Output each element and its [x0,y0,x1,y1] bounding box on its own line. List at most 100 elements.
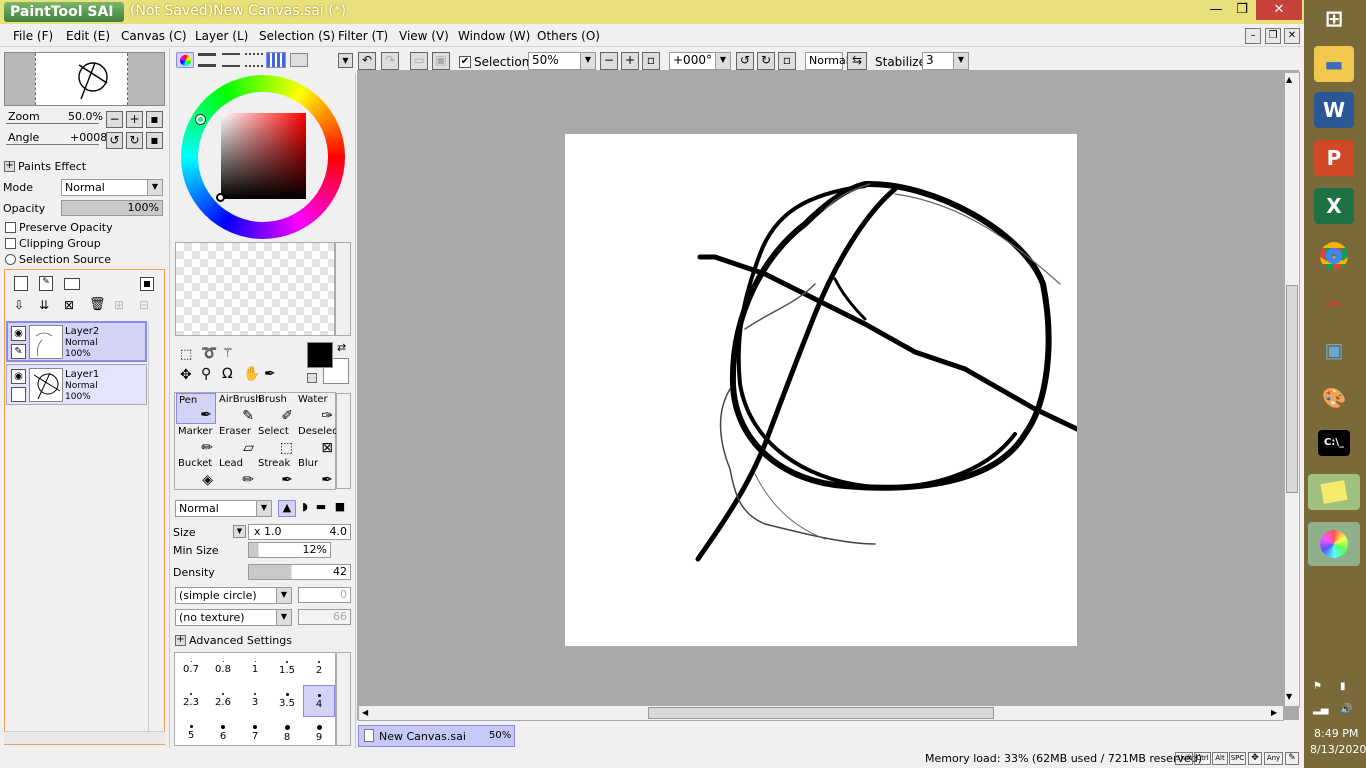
mode-dropdown[interactable]: Normal ▼ [61,179,163,196]
brush-size-preset[interactable]: 8 [271,717,303,749]
lasso-icon[interactable]: ➰ [201,346,217,361]
sticky-notes-icon[interactable] [1308,474,1360,510]
toolbar-menu-dropdown[interactable]: ▼ [338,53,353,68]
intermediate-color-tab-icon[interactable] [245,53,263,67]
brush-size-preset[interactable]: 2 [303,653,335,685]
zoom-reset-button[interactable]: ▪ [146,111,163,128]
toolbar-zoom-in-button[interactable]: + [621,52,639,70]
new-linework-layer-icon[interactable]: ✎ [39,276,53,291]
brush-size-preset[interactable]: 5 [175,717,207,749]
menu-filter[interactable]: Filter (T) [338,29,388,43]
tool-pen[interactable]: Pen ✒ [176,393,216,424]
opacity-slider[interactable]: 100% [61,200,163,216]
snipping-tool-icon[interactable]: ✂ [1314,286,1354,322]
drawing-canvas[interactable] [565,134,1080,646]
menu-edit[interactable]: Edit (E) [66,29,110,43]
swatch-scrollbar[interactable] [335,242,351,336]
angle-slider[interactable] [6,144,99,145]
swap-colors-icon[interactable]: ⇄ [337,341,346,354]
invert-selection-button[interactable]: ▣ [432,52,450,70]
tool-blur[interactable]: Blur ✒ [296,457,336,488]
zoom-slider[interactable] [6,123,99,124]
tool-select[interactable]: Select ⬚ [256,425,296,456]
tool-bucket[interactable]: Bucket ◈ [176,457,216,488]
zoom-out-button[interactable]: − [106,111,123,128]
saturation-value-square[interactable] [221,113,306,199]
brush-texture-dropdown[interactable]: (no texture) ▼ [175,609,292,626]
rotate-left-button[interactable]: ↺ [106,132,123,149]
excel-icon[interactable]: X [1314,188,1354,224]
undo-button[interactable]: ↶ [358,52,376,70]
action-center-icon[interactable]: ⚑ [1313,681,1322,692]
deselect-button[interactable]: ▭ [410,52,428,70]
document-tab[interactable]: New Canvas.sai 50% [358,725,515,747]
foreground-color-front[interactable] [307,342,333,368]
selection-checkbox[interactable]: ✔ [459,56,471,68]
tool-water[interactable]: Water ✑ [296,393,336,424]
vertical-scroll-thumb[interactable] [1286,285,1298,493]
toolbar-rotate-right-button[interactable]: ↻ [757,52,775,70]
hand-icon[interactable]: ✋ [243,366,260,382]
word-icon[interactable]: W [1314,92,1354,128]
remote-desktop-icon[interactable]: ▣ [1314,332,1354,368]
close-button[interactable]: ✕ [1256,0,1302,20]
battery-icon[interactable]: ▮ [1340,681,1346,692]
eye-icon[interactable]: ◉ [11,369,26,384]
new-folder-icon[interactable] [64,278,80,290]
eyedropper-icon[interactable]: ✒ [264,366,276,382]
menu-selection[interactable]: Selection (S) [259,29,335,43]
view-blend-field[interactable]: Normal [805,52,849,70]
tool-brush[interactable]: Brush ✐ [256,393,296,424]
size-slider[interactable]: x 1.0 4.0 [248,524,351,540]
size-multiplier-dropdown[interactable]: ▼ [233,525,246,538]
zoom-in-button[interactable]: + [126,111,143,128]
chrome-icon[interactable] [1314,238,1354,274]
zoom-dropdown[interactable]: 50% ▼ [528,52,596,70]
brush-size-scrollbar[interactable] [336,652,351,746]
flip-horizontal-button[interactable]: ⇆ [847,52,867,70]
network-icon[interactable]: ▂▄ [1313,704,1328,715]
expand-paints-effect-button[interactable]: + [4,161,15,172]
toolbar-zoom-out-button[interactable]: − [600,52,618,70]
color-wheel-tab-icon[interactable] [176,52,194,68]
powerpoint-icon[interactable]: P [1314,140,1354,176]
mdi-minimize-button[interactable]: – [1245,28,1261,44]
brush-shape-strength[interactable]: 0 [298,587,351,603]
toolbar-rotate-reset-button[interactable]: ▫ [778,52,796,70]
layer-item-layer1[interactable]: ◉ Layer1 Normal 100% [6,364,147,405]
density-slider[interactable]: 42 [248,564,351,580]
tool-eraser[interactable]: Eraser ▱ [217,425,257,456]
menu-window[interactable]: Window (W) [458,29,530,43]
menu-others[interactable]: Others (O) [537,29,600,43]
min-size-slider[interactable]: 12% [248,542,331,558]
tool-marker[interactable]: Marker ✏ [176,425,216,456]
taskbar-date[interactable]: 8/13/2020 [1310,743,1366,756]
move-icon[interactable]: ✥ [180,367,192,383]
brush-shape-sharp-icon[interactable]: ▲ [278,500,296,517]
eye-icon[interactable]: ◉ [11,326,26,341]
brush-size-preset[interactable]: 3.5 [271,685,303,717]
selection-source-radio[interactable] [5,254,16,265]
tool-streak[interactable]: Streak ✒ [256,457,296,488]
layer-scrollbar[interactable] [148,321,161,741]
delete-layer-icon[interactable]: 🗑 [89,297,106,313]
brush-size-preset[interactable]: 0.7 [175,653,207,685]
rect-select-icon[interactable]: ⬚ [180,347,192,362]
toolbar-rotate-left-button[interactable]: ↺ [736,52,754,70]
brush-size-preset[interactable]: 6 [207,717,239,749]
brush-size-preset[interactable]: 1.5 [271,653,303,685]
scroll-right-icon[interactable]: ▶ [1271,708,1277,717]
toolbar-zoom-reset-button[interactable]: ▫ [642,52,660,70]
color-handle[interactable] [216,193,225,202]
windows-start-icon[interactable]: ⊞ [1314,2,1354,38]
transfer-down-icon[interactable]: ⇩ [14,298,28,313]
rotate-reset-button[interactable]: ▪ [146,132,163,149]
tool-lead[interactable]: Lead ✏ [217,457,257,488]
navigator-preview[interactable] [4,52,165,106]
scroll-down-icon[interactable]: ▼ [1286,692,1292,701]
volume-icon[interactable]: 🔊 [1340,704,1352,715]
hsv-slider-tab-icon[interactable] [222,53,240,67]
paint-icon[interactable]: 🎨 [1314,380,1354,416]
brush-size-preset[interactable]: 9 [303,717,335,749]
scratchpad-tab-icon[interactable] [290,53,308,67]
